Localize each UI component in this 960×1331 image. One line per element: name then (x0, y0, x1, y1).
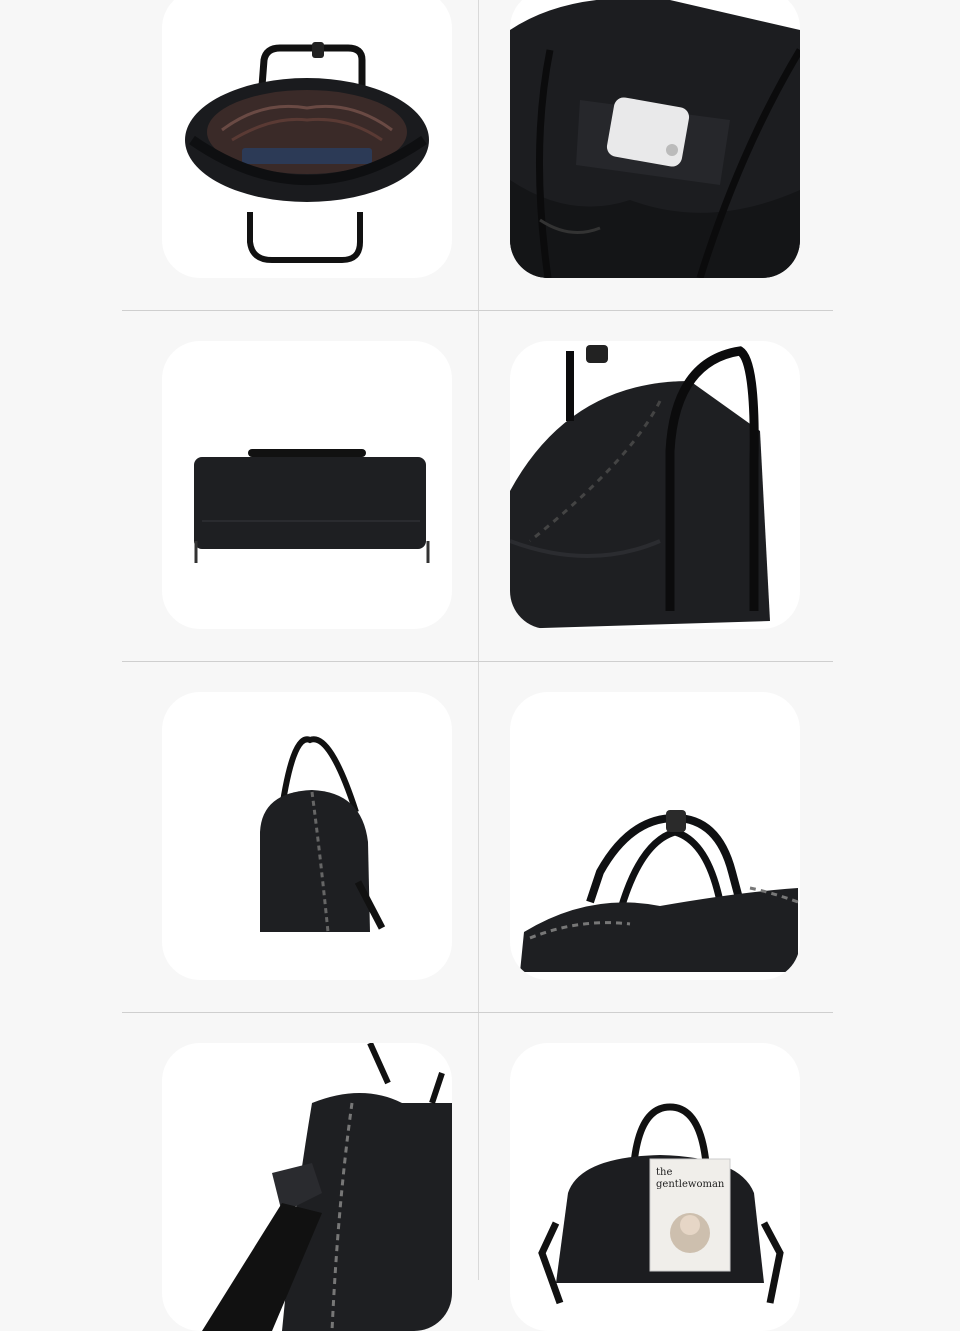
bag-bottom-image (194, 449, 430, 563)
photo-drawstring-closeup[interactable] (510, 341, 800, 629)
photo-front-with-magazine[interactable]: the gentlewoman (510, 1043, 800, 1331)
bag-side-image (260, 736, 386, 933)
horizontal-divider-2 (122, 661, 833, 662)
photo-open-top[interactable] (162, 0, 452, 278)
bag-open-top-image (185, 42, 429, 263)
bag-drawstring-image (510, 345, 770, 629)
photo-handles-top[interactable] (510, 692, 800, 980)
bag-magazine-image: the gentlewoman (538, 1103, 784, 1305)
magazine-title-line1: the (656, 1167, 672, 1178)
magazine-title-line2: gentlewoman (656, 1179, 725, 1190)
bag-front-pocket-image (510, 0, 800, 278)
bag-handles-image (520, 810, 799, 972)
photo-strap-closeup[interactable] (162, 1043, 452, 1331)
horizontal-divider-1 (122, 310, 833, 311)
photo-side-profile[interactable] (162, 692, 452, 980)
photo-bottom-base[interactable] (162, 341, 452, 629)
grid-lines (0, 0, 960, 1280)
horizontal-divider-3 (122, 1012, 833, 1013)
photo-front-pocket[interactable] (510, 0, 800, 278)
vertical-divider (478, 0, 479, 1280)
bag-strap-image (202, 1043, 452, 1331)
